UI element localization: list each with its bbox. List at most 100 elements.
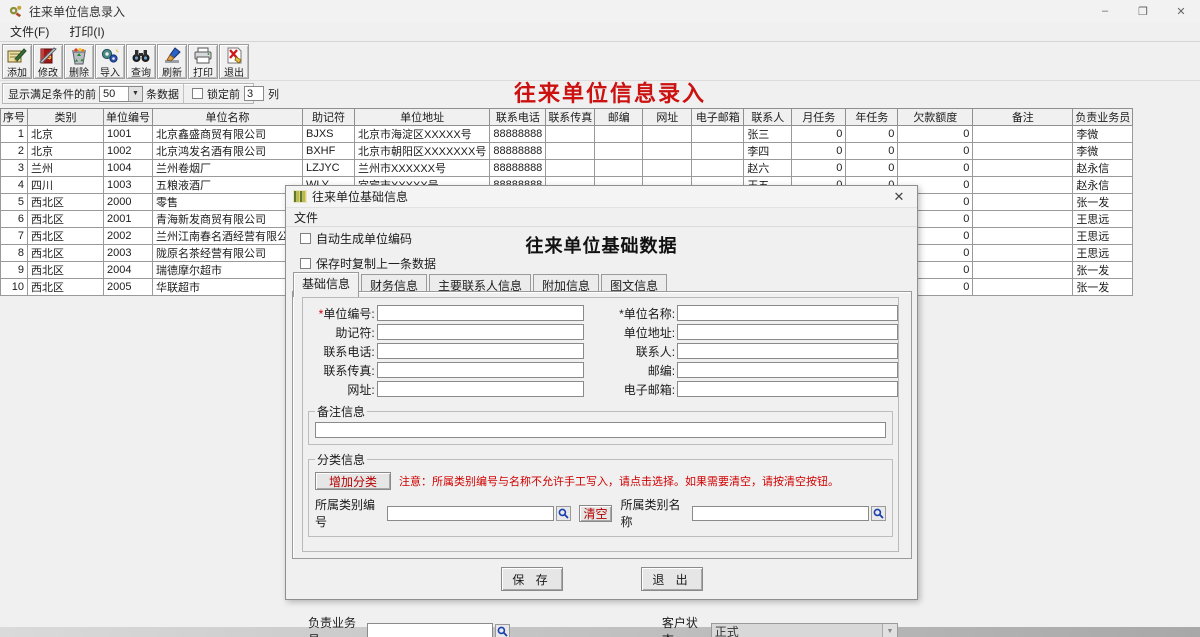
table-cell[interactable]: 4 (1, 177, 28, 194)
table-cell[interactable]: 北京 (28, 126, 104, 143)
remark-input[interactable] (315, 422, 886, 438)
table-cell[interactable]: 赵六 (744, 160, 792, 177)
table-cell[interactable]: 2000 (104, 194, 153, 211)
table-cell[interactable]: 王思远 (1073, 228, 1133, 245)
table-cell[interactable] (973, 211, 1073, 228)
minimize-icon[interactable]: – (1086, 0, 1124, 22)
table-cell[interactable]: 88888888 (490, 143, 546, 160)
table-cell[interactable]: 0 (792, 160, 846, 177)
clear-category-button[interactable]: 清空 (579, 505, 613, 522)
category-name-search-icon[interactable] (871, 506, 886, 521)
table-cell[interactable]: 张三 (744, 126, 792, 143)
import-button[interactable]: 导入 (95, 44, 125, 79)
table-cell[interactable]: 兰州卷烟厂 (153, 160, 303, 177)
table-cell[interactable]: 7 (1, 228, 28, 245)
table-cell[interactable] (643, 143, 692, 160)
table-cell[interactable]: 北京 (28, 143, 104, 160)
table-cell[interactable]: 2004 (104, 262, 153, 279)
table-cell[interactable] (546, 126, 595, 143)
field-input[interactable] (677, 324, 898, 340)
table-cell[interactable]: 5 (1, 194, 28, 211)
exit-button[interactable]: 退 出 (641, 567, 703, 591)
table-cell[interactable]: 0 (898, 143, 973, 160)
category-name-input[interactable] (692, 506, 869, 521)
salesman-search-icon[interactable] (495, 624, 509, 637)
table-cell[interactable]: 0 (898, 126, 973, 143)
table-cell[interactable] (973, 194, 1073, 211)
table-cell[interactable]: 华联超市 (153, 279, 303, 296)
add-button[interactable]: 添加 (2, 44, 32, 79)
table-cell[interactable] (973, 160, 1073, 177)
table-cell[interactable] (595, 143, 643, 160)
table-cell[interactable]: 赵永信 (1073, 160, 1133, 177)
table-cell[interactable]: 李微 (1073, 126, 1133, 143)
table-cell[interactable]: 零售 (153, 194, 303, 211)
table-cell[interactable] (973, 245, 1073, 262)
table-cell[interactable] (546, 160, 595, 177)
table-cell[interactable]: 0 (792, 143, 846, 160)
table-cell[interactable]: 1003 (104, 177, 153, 194)
field-input[interactable] (677, 305, 898, 321)
field-input[interactable] (377, 343, 584, 359)
table-cell[interactable] (643, 126, 692, 143)
table-cell[interactable]: 2005 (104, 279, 153, 296)
field-input[interactable] (677, 381, 898, 397)
tab-基础信息[interactable]: 基础信息 (293, 272, 359, 297)
row-count-combobox[interactable]: 50 ▼ (99, 86, 143, 102)
edit-button[interactable]: $修改 (33, 44, 63, 79)
table-cell[interactable] (973, 177, 1073, 194)
salesman-input[interactable] (367, 623, 493, 637)
table-cell[interactable] (973, 279, 1073, 296)
table-cell[interactable]: 8 (1, 245, 28, 262)
menu-file[interactable]: 文件(F) (0, 21, 59, 42)
table-cell[interactable]: 兰州市XXXXXX号 (355, 160, 490, 177)
field-input[interactable] (677, 362, 898, 378)
table-cell[interactable]: 瑞德摩尔超市 (153, 262, 303, 279)
table-cell[interactable]: 李四 (744, 143, 792, 160)
table-cell[interactable] (546, 143, 595, 160)
table-cell[interactable]: 西北区 (28, 262, 104, 279)
table-row[interactable]: 1北京1001北京鑫盛商贸有限公司BJXS北京市海淀区XXXXX号8888888… (1, 126, 1133, 143)
table-cell[interactable] (692, 126, 744, 143)
dialog-close-icon[interactable]: ✕ (887, 186, 911, 208)
delete-button[interactable]: 删除 (64, 44, 94, 79)
table-cell[interactable]: 88888888 (490, 160, 546, 177)
table-cell[interactable]: 0 (792, 126, 846, 143)
print-button[interactable]: 打印 (188, 44, 218, 79)
table-cell[interactable]: BXHF (303, 143, 355, 160)
table-cell[interactable] (595, 160, 643, 177)
lock-columns-input[interactable]: 3 (244, 86, 264, 101)
dialog-menu-file[interactable]: 文件 (286, 208, 326, 227)
lock-columns-checkbox[interactable] (192, 88, 203, 99)
table-cell[interactable]: 张一发 (1073, 262, 1133, 279)
table-cell[interactable]: 北京市海淀区XXXXX号 (355, 126, 490, 143)
table-cell[interactable]: 李微 (1073, 143, 1133, 160)
menu-print[interactable]: 打印(I) (59, 21, 114, 42)
query-button[interactable]: 查询 (126, 44, 156, 79)
table-cell[interactable]: 2 (1, 143, 28, 160)
table-cell[interactable]: LZJYC (303, 160, 355, 177)
table-cell[interactable]: 王思远 (1073, 245, 1133, 262)
table-cell[interactable]: 2002 (104, 228, 153, 245)
table-cell[interactable]: 兰州 (28, 160, 104, 177)
table-cell[interactable] (643, 160, 692, 177)
table-cell[interactable] (973, 262, 1073, 279)
table-cell[interactable]: 赵永信 (1073, 177, 1133, 194)
table-cell[interactable] (692, 143, 744, 160)
field-input[interactable] (377, 324, 584, 340)
save-button[interactable]: 保 存 (501, 567, 563, 591)
close-icon[interactable]: ✕ (1162, 0, 1200, 22)
table-cell[interactable]: 四川 (28, 177, 104, 194)
table-cell[interactable]: 五粮液酒厂 (153, 177, 303, 194)
table-cell[interactable]: BJXS (303, 126, 355, 143)
table-cell[interactable] (973, 126, 1073, 143)
exit-button[interactable]: 退出 (219, 44, 249, 79)
table-cell[interactable]: 0 (846, 126, 898, 143)
table-cell[interactable]: 兰州江南春名酒经营有限公司 (153, 228, 303, 245)
maximize-icon[interactable]: ❐ (1124, 0, 1162, 22)
table-cell[interactable] (973, 228, 1073, 245)
table-cell[interactable]: 9 (1, 262, 28, 279)
table-cell[interactable] (595, 126, 643, 143)
copy-last-checkbox[interactable] (300, 258, 311, 269)
category-code-search-icon[interactable] (556, 506, 571, 521)
